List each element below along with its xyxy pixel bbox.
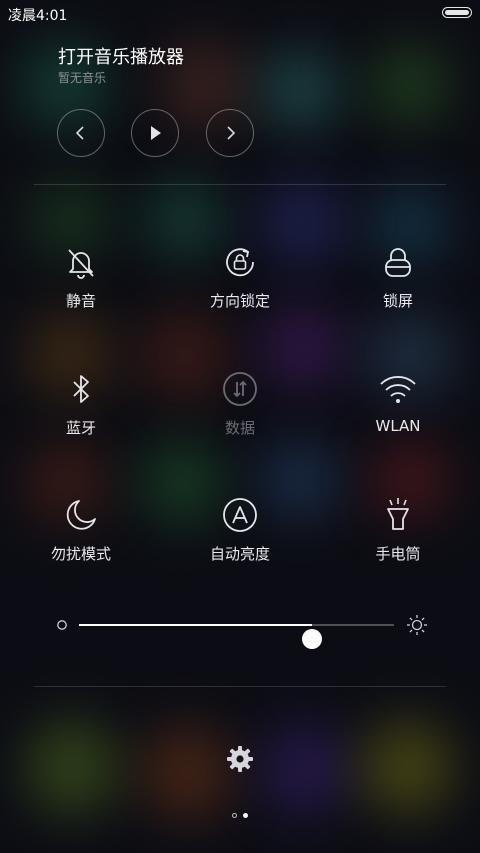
brightness-track-fill (79, 624, 313, 626)
toggle-label: 方向锁定 (209, 292, 270, 310)
brightness-slider[interactable] (52, 610, 428, 649)
page-dot (243, 813, 248, 818)
music-player-subtitle: 暂无音乐 (58, 71, 107, 85)
bluetooth-icon (73, 375, 89, 403)
toggle-label: 蓝牙 (65, 419, 96, 437)
previous-track-button[interactable] (57, 109, 105, 157)
status-time: 凌晨4:01 (8, 8, 68, 24)
next-track-button[interactable] (206, 109, 254, 157)
battery-level-fill (445, 10, 469, 15)
play-button[interactable] (131, 109, 179, 157)
toggle-label: 手电筒 (375, 545, 421, 563)
toggle-mobile-data[interactable]: 数据 (180, 369, 300, 449)
bell-muted-icon (68, 249, 94, 279)
divider (34, 686, 446, 687)
rotation-lock-icon (226, 248, 254, 277)
toggle-label: 自动亮度 (209, 545, 270, 563)
brightness-high-icon (407, 615, 427, 635)
music-player-title[interactable]: 打开音乐播放器 (58, 43, 184, 69)
toggle-label: 勿扰模式 (50, 545, 111, 563)
brightness-low-icon (57, 620, 67, 630)
toggle-do-not-disturb[interactable]: 勿扰模式 (21, 495, 141, 575)
toggle-auto-brightness[interactable]: 自动亮度 (180, 495, 300, 575)
lock-icon (385, 248, 411, 277)
toggle-label: WLAN (375, 417, 421, 435)
mobile-data-icon (223, 372, 257, 406)
page-indicator (0, 813, 480, 818)
toggle-wlan[interactable]: WLAN (338, 369, 458, 449)
toggle-label: 锁屏 (382, 292, 413, 310)
chevron-right-icon (227, 126, 236, 140)
auto-brightness-icon (223, 498, 257, 532)
brightness-track[interactable] (79, 624, 394, 649)
battery-icon (442, 7, 472, 18)
toggle-flashlight[interactable]: 手电筒 (338, 495, 458, 575)
brightness-thumb[interactable] (302, 629, 323, 649)
flashlight-icon (387, 498, 409, 530)
play-icon (151, 126, 161, 140)
toggle-bluetooth[interactable]: 蓝牙 (21, 369, 141, 449)
moon-icon (66, 500, 96, 530)
divider (34, 184, 446, 185)
toggle-label: 数据 (224, 419, 255, 437)
page-dot (232, 813, 237, 818)
toggle-silent[interactable]: 静音 (21, 242, 141, 322)
settings-button[interactable] (225, 744, 255, 774)
wifi-icon (380, 376, 416, 403)
toggle-label: 静音 (65, 292, 96, 310)
chevron-left-icon (75, 126, 84, 140)
gear-icon (227, 746, 253, 772)
toggle-lock-screen[interactable]: 锁屏 (338, 242, 458, 322)
toggle-rotation-lock[interactable]: 方向锁定 (180, 242, 300, 322)
status-bar: 凌晨4:01 (0, 0, 480, 26)
